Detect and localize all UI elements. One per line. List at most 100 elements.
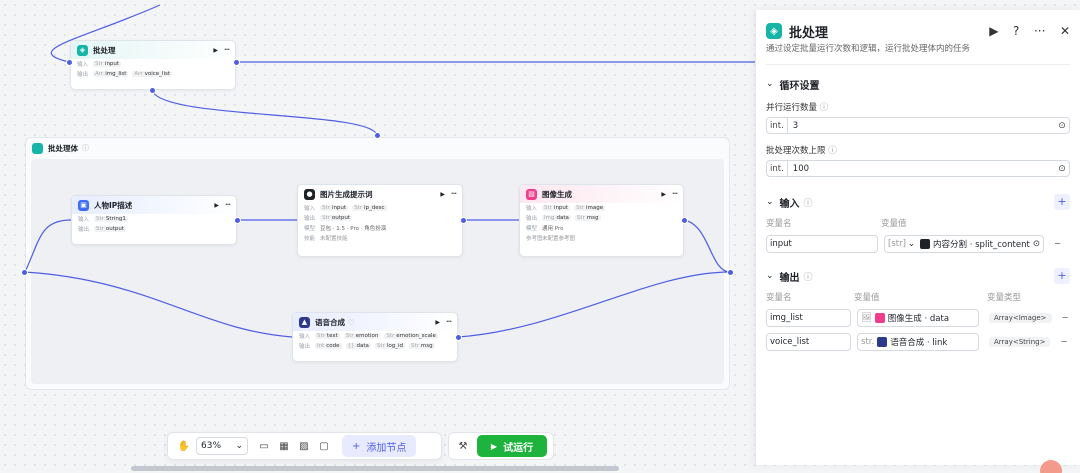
horizontal-scrollbar[interactable] [131,466,619,471]
zoom-select[interactable]: 63% ⌄ [196,437,248,455]
zoom-value: 63% [201,441,222,451]
hand-icon[interactable]: ✋ [174,441,194,452]
run-icon[interactable]: ▶ [989,24,998,38]
batch-icon: ◈ [77,44,88,56]
field-value: 100 [792,163,810,174]
field-value: 3 [792,120,799,131]
chevron-down-icon: ⌄ [235,441,243,451]
run-icon[interactable]: ▶ [661,191,666,198]
add-node-button[interactable]: + 添加节点 [342,435,417,457]
persona-node[interactable]: ▣ 人物IP描述 ▶ ··· 输入 Str String1 输出 Str outpu… [71,195,237,245]
port[interactable] [374,132,381,139]
parallel-label: 并行运行数量 ⓘ [766,103,829,113]
canvas-toolbar: ✋ 63% ⌄ ▭ ▦ ▨ ▢ + 添加节点 [167,432,442,460]
add-input-button[interactable]: + [1054,194,1070,210]
close-icon[interactable]: ✕ [1060,24,1070,38]
chevron-down-icon: ⌄ [766,271,774,281]
node-output-row: 输出 Arr img_list Arr voice_list [77,71,173,78]
run-icon[interactable]: ▶ [214,202,219,209]
stepper-icon[interactable]: ⊙ [1033,239,1040,249]
split-icon [920,239,931,249]
image-gen-icon: ▧ [526,188,537,200]
stepper-icon[interactable]: ⊙ [1055,121,1069,131]
panel-description: 通过设定批量运行次数和逻辑，运行批处理体内的任务 [766,42,1070,65]
port[interactable] [234,217,241,224]
stepper-icon[interactable]: ⊙ [1055,164,1069,174]
tts-icon [877,337,888,347]
more-icon[interactable]: ··· [225,201,231,209]
node-output-row: 输出 Str output [78,226,127,233]
run-icon[interactable]: ▶ [213,47,218,54]
input-section-header[interactable]: ⌄ 输入 ⓘ + [766,189,1070,215]
chevron-down-icon: ⌄ [766,197,774,207]
type-prefix: 🖼 [861,313,872,323]
output-row: img_list 🖼 图像生成 · data Array<Image> − [766,309,1070,327]
input-name-field[interactable]: input [766,235,878,253]
persona-icon: ▣ [78,199,89,211]
help-icon[interactable]: ? [1013,24,1019,38]
port[interactable] [681,217,688,224]
chevron-down-icon: ⌄ [766,79,774,89]
output-row: voice_list str. 语音合成 · link Array<String… [766,333,1070,351]
run-icon[interactable]: ▶ [440,191,445,198]
batch-config-panel: ◈ 批处理 ▶ ? ··· ✕ 通过设定批量运行次数和逻辑，运行批处理体内的任务… [755,10,1080,465]
layout-icon[interactable]: ▦ [274,441,294,452]
more-icon[interactable]: ··· [446,318,452,326]
port[interactable] [66,59,73,66]
wrench-icon[interactable]: ⚒ [453,441,473,452]
play-icon: ▶ [490,441,498,451]
test-run-button[interactable]: ▶ 试运行 [477,435,547,457]
output-name-field[interactable]: img_list [766,309,851,327]
type-prefix: int. [767,161,788,176]
node-output-row: 输出 Str output [304,215,353,222]
minimap-icon[interactable]: ▢ [314,441,334,452]
llm-icon: ● [304,188,315,200]
port[interactable] [233,59,240,66]
node-model-row: 模型 通用 Pro [526,226,564,232]
more-icon[interactable]: ··· [1034,24,1045,38]
output-ref-field[interactable]: str. 语音合成 · link [857,333,979,351]
add-node-label: 添加节点 [366,442,407,454]
input-row: input [str] ⌄ 内容分割 · split_content ⊙ − [766,235,1070,253]
minus-icon[interactable]: − [1062,313,1069,323]
prompt-llm-node[interactable]: ● 图片生成提示词 ▶ ··· 输入 Str input Str ip_desc 输… [297,184,463,257]
node-output-row: 输出 Int code {} data Str log_id Str msg [299,343,435,350]
port[interactable] [21,269,28,276]
type-badge: Array<Image> [989,313,1052,323]
parallel-count-input[interactable]: int. 3 ⊙ [766,117,1070,134]
section-title: 输入 [779,198,800,210]
input-ref-field[interactable]: [str] ⌄ 内容分割 · split_content ⊙ [884,235,1044,253]
output-name-field[interactable]: voice_list [766,333,851,351]
node-input-row: 输入 Str input Str ip_desc [304,205,387,212]
more-icon[interactable]: ··· [224,46,230,54]
more-icon[interactable]: ··· [451,190,457,198]
port[interactable] [727,269,734,276]
more-icon[interactable]: ··· [672,190,678,198]
type-prefix: int. [767,118,788,133]
batch-node[interactable]: ◈ 批处理 ▶ ··· 输入 Str input 输出 Arr img_list A… [70,40,236,90]
max-batch-input[interactable]: int. 100 ⊙ [766,160,1070,177]
minus-icon[interactable]: − [1060,337,1067,347]
input-column-headers: 变量名 变量值 [766,219,907,229]
type-prefix: str. [861,337,875,347]
run-toolbar: ⚒ ▶ 试运行 [448,432,554,460]
tts-node[interactable]: ▲ 语音合成 ♡ ▶ ··· 输入 Str text Str emotion Str… [292,312,458,362]
port[interactable] [460,217,467,224]
port[interactable] [149,87,156,94]
output-ref-field[interactable]: 🖼 图像生成 · data [857,309,979,327]
add-output-button[interactable]: + [1054,268,1070,284]
node-output-row: 输出 Img data Str msg [526,215,601,222]
group-title: 批处理体 [48,143,78,153]
image-gen-node[interactable]: ▧ 图像生成 ▶ ··· 输入 Str input Str image 输出 Img… [519,184,684,257]
image-icon[interactable]: ▨ [294,441,314,452]
minus-icon[interactable]: − [1054,239,1061,249]
port[interactable] [455,334,462,341]
node-title: 人物IP描述 [94,200,133,210]
node-input-row: 输入 Str input [77,61,122,68]
output-section-header[interactable]: ⌄ 输出 ⓘ + [766,263,1070,289]
section-title: 循环设置 [779,80,820,92]
loop-section-header[interactable]: ⌄ 循环设置 [766,71,1070,97]
comment-icon[interactable]: ▭ [254,441,274,452]
node-input-row: 输入 Str String1 [78,216,128,223]
run-icon[interactable]: ▶ [435,319,440,326]
